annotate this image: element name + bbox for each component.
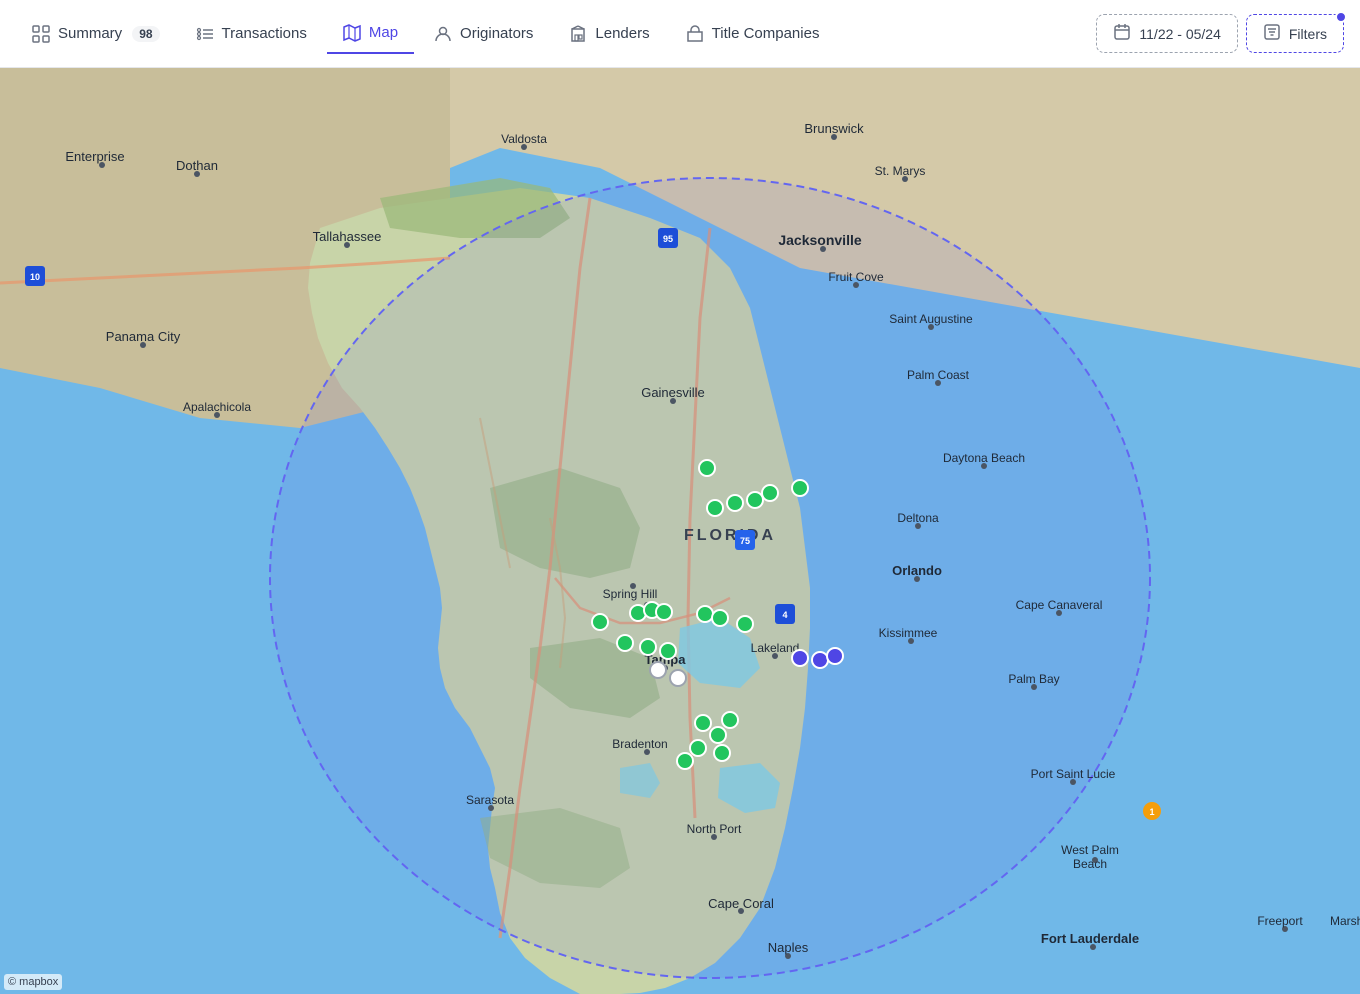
svg-text:Bradenton: Bradenton (612, 737, 667, 751)
svg-text:Freeport: Freeport (1257, 914, 1303, 928)
nav-item-summary[interactable]: Summary 98 (16, 15, 176, 53)
navbar: Summary 98 Transactions (0, 0, 1360, 68)
svg-text:10: 10 (30, 272, 40, 282)
map-container[interactable]: Enterprise Dothan Brunswick Tallahassee … (0, 68, 1360, 994)
svg-text:Dothan: Dothan (176, 158, 218, 173)
summary-label: Summary (58, 25, 122, 42)
nav-item-title-companies[interactable]: Title Companies (670, 15, 836, 53)
title-companies-label: Title Companies (712, 25, 820, 42)
summary-badge: 98 (132, 26, 159, 42)
calendar-icon (1113, 23, 1131, 44)
svg-text:Brunswick: Brunswick (804, 121, 864, 136)
filter-icon (1263, 23, 1281, 44)
filters-button[interactable]: Filters (1246, 14, 1344, 53)
nav-item-transactions[interactable]: Transactions (180, 15, 323, 53)
svg-text:Orlando: Orlando (892, 563, 942, 578)
person-icon (434, 25, 452, 43)
svg-text:Port Saint Lucie: Port Saint Lucie (1031, 767, 1116, 781)
svg-text:1: 1 (1149, 807, 1154, 817)
svg-text:Daytona Beach: Daytona Beach (943, 451, 1025, 465)
svg-text:Tallahassee: Tallahassee (313, 229, 382, 244)
svg-text:Marsh Har...: Marsh Har... (1330, 914, 1360, 928)
nav-item-originators[interactable]: Originators (418, 15, 549, 53)
svg-text:Jacksonville: Jacksonville (778, 232, 861, 248)
company-icon (686, 25, 704, 43)
date-range-value: 11/22 - 05/24 (1139, 26, 1220, 42)
map-label: Map (369, 24, 398, 41)
svg-text:Valdosta: Valdosta (501, 132, 547, 146)
svg-text:Palm Bay: Palm Bay (1008, 672, 1059, 686)
svg-text:Panama City: Panama City (106, 329, 181, 344)
svg-text:West Palm: West Palm (1061, 843, 1119, 857)
svg-text:Kissimmee: Kissimmee (879, 626, 938, 640)
svg-text:Sarasota: Sarasota (466, 793, 514, 807)
transactions-label: Transactions (222, 25, 307, 42)
filters-label: Filters (1289, 26, 1327, 42)
map-attribution: © mapbox (4, 974, 62, 990)
filter-active-dot (1335, 11, 1347, 23)
svg-text:95: 95 (663, 234, 673, 244)
lenders-label: Lenders (595, 25, 649, 42)
svg-text:Apalachicola: Apalachicola (183, 400, 251, 414)
grid-icon (32, 25, 50, 43)
svg-text:Naples: Naples (768, 940, 809, 955)
svg-text:FLORIDA: FLORIDA (684, 527, 776, 544)
svg-text:Lakeland: Lakeland (751, 641, 800, 655)
building-icon (569, 25, 587, 43)
nav-item-lenders[interactable]: Lenders (553, 15, 665, 53)
list-icon (196, 25, 214, 43)
svg-text:Gainesville: Gainesville (641, 385, 705, 400)
svg-text:Spring Hill: Spring Hill (603, 587, 658, 601)
date-range-button[interactable]: 11/22 - 05/24 (1096, 14, 1237, 53)
nav-right: 11/22 - 05/24 Filters (1096, 14, 1344, 53)
nav-items: Summary 98 Transactions (16, 14, 1096, 54)
svg-text:North Port: North Port (687, 822, 742, 836)
svg-text:Palm Coast: Palm Coast (907, 368, 970, 382)
svg-text:Saint Augustine: Saint Augustine (889, 312, 973, 326)
originators-label: Originators (460, 25, 533, 42)
svg-text:Fruit Cove: Fruit Cove (828, 270, 884, 284)
svg-text:Fort Lauderdale: Fort Lauderdale (1041, 931, 1139, 946)
svg-text:Cape Canaveral: Cape Canaveral (1016, 598, 1103, 612)
svg-text:75: 75 (740, 536, 750, 546)
svg-text:Enterprise: Enterprise (65, 149, 124, 164)
svg-text:Cape Coral: Cape Coral (708, 896, 774, 911)
svg-text:Deltona: Deltona (897, 511, 939, 525)
svg-text:St. Marys: St. Marys (875, 164, 926, 178)
map-icon (343, 24, 361, 42)
svg-text:4: 4 (782, 610, 787, 620)
nav-item-map[interactable]: Map (327, 14, 414, 54)
svg-text:Beach: Beach (1073, 857, 1107, 871)
